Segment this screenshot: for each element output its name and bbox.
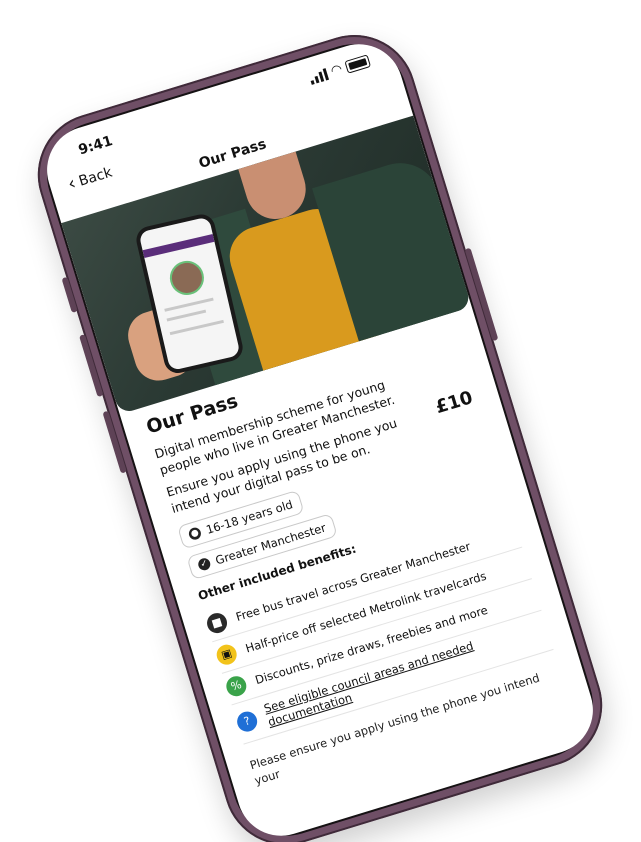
status-time: 9:41 [76,133,115,159]
hero-phone-line [166,309,207,322]
hero-phone-line [169,319,224,336]
chevron-left-icon: ‹ [65,172,79,195]
hero-phone-line [164,297,214,312]
wifi-icon: ◠ [329,61,344,80]
discount-icon: % [223,673,249,699]
person-icon: ● [187,526,203,542]
info-icon: ? [234,709,260,735]
mute-switch [61,276,78,313]
hero-phone-avatar [166,257,208,299]
check-badge-icon: ✓ [196,556,212,572]
pass-price: £10 [433,387,476,419]
phone-device: 9:41 ◠ ‹ Back Our Pass Our Pass £10 Digi… [22,19,618,842]
signal-icon [308,68,330,85]
tram-icon: ▣ [214,642,240,668]
stage: 9:41 ◠ ‹ Back Our Pass Our Pass £10 Digi… [0,0,641,842]
hero-phone-header [142,234,215,259]
bus-icon: ■ [204,610,230,636]
status-icons: ◠ [308,54,372,85]
phone-screen: 9:41 ◠ ‹ Back Our Pass Our Pass £10 Digi… [36,33,604,842]
battery-icon [344,54,372,74]
